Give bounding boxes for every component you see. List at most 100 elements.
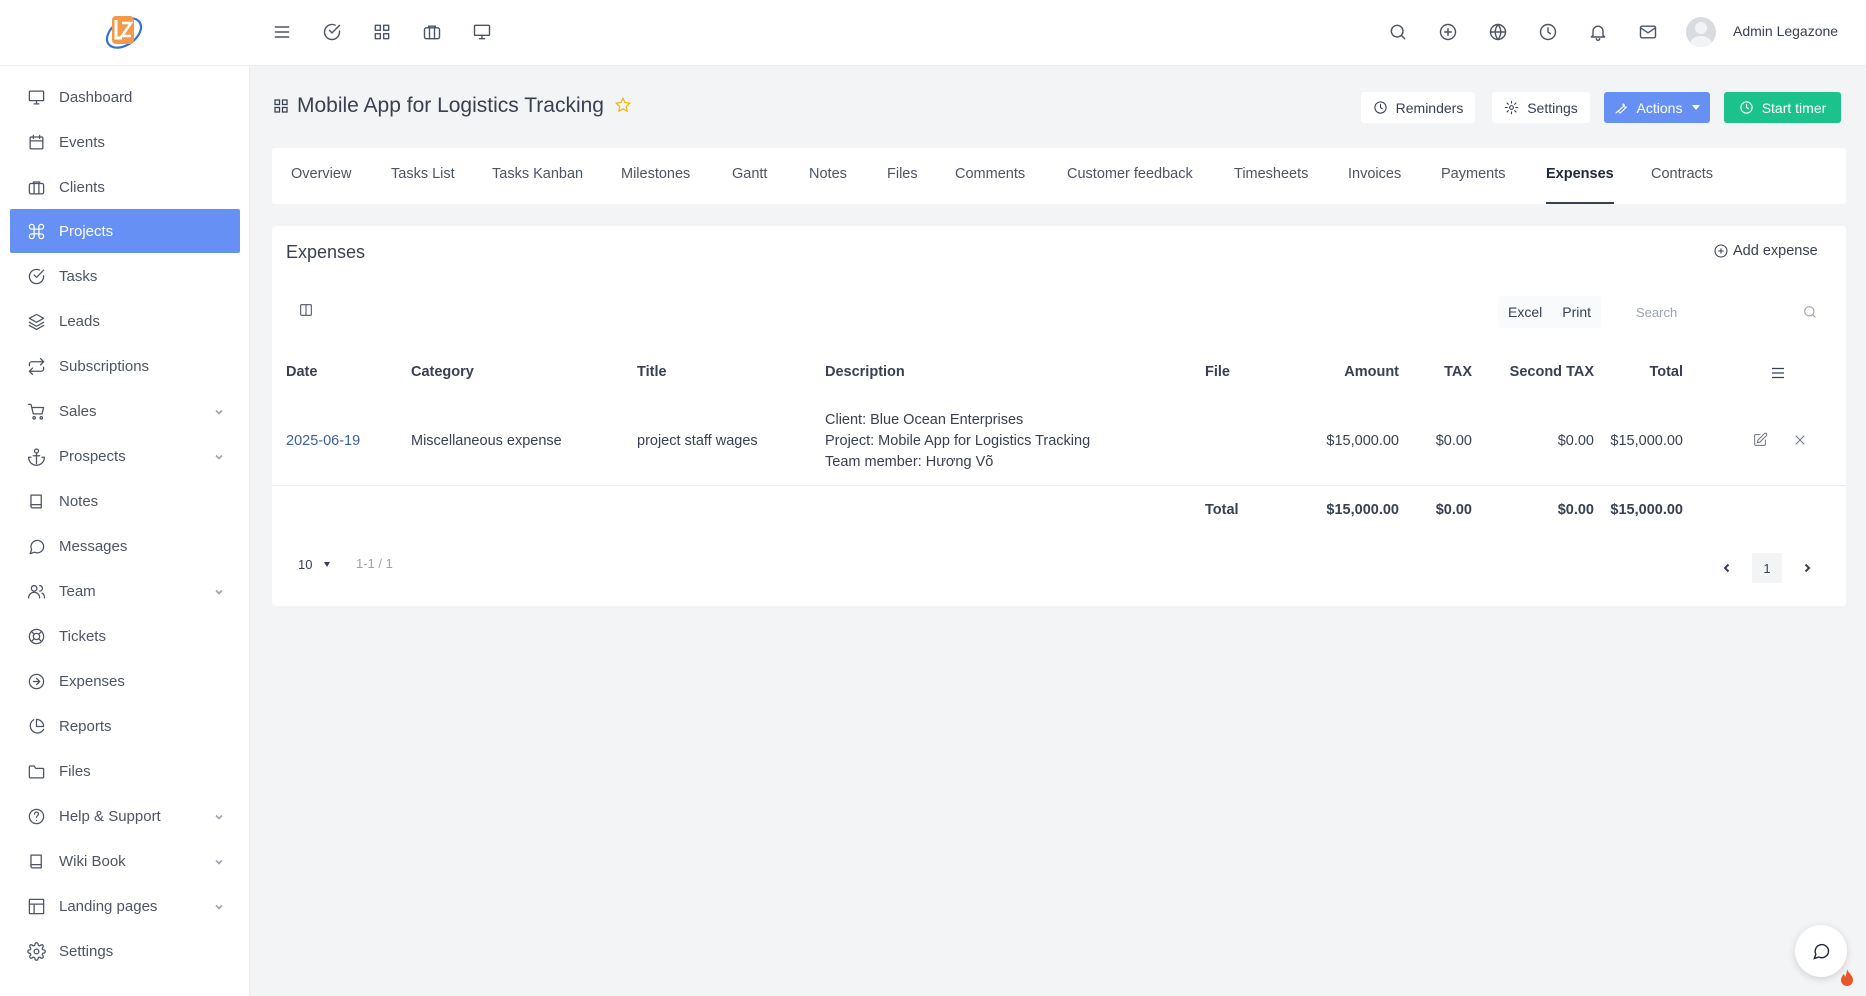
column-toggle-icon[interactable] xyxy=(292,296,320,324)
tab-expenses[interactable]: Expenses xyxy=(1546,148,1614,204)
plus-circle-icon[interactable] xyxy=(1436,20,1460,44)
sidebar-item-sales[interactable]: Sales xyxy=(10,389,240,433)
tab-invoices[interactable]: Invoices xyxy=(1348,148,1401,204)
sidebar-item-wiki-book[interactable]: Wiki Book xyxy=(10,839,240,883)
monitor-icon[interactable] xyxy=(470,20,494,44)
command-icon xyxy=(26,221,46,241)
folder-icon xyxy=(26,761,46,781)
expense-amount: $15,000.00 xyxy=(1326,433,1399,449)
delete-icon[interactable] xyxy=(1792,432,1810,450)
page-number-button[interactable]: 1 xyxy=(1752,553,1782,583)
tab-milestones[interactable]: Milestones xyxy=(621,148,690,204)
sidebar-item-settings[interactable]: Settings xyxy=(10,929,240,973)
chevron-left-icon xyxy=(1723,563,1730,573)
start-timer-label: Start timer xyxy=(1761,99,1827,116)
reminders-button[interactable]: Reminders xyxy=(1361,92,1475,123)
sidebar-item-clients[interactable]: Clients xyxy=(10,165,240,209)
tab-payments[interactable]: Payments xyxy=(1441,148,1505,204)
sidebar-item-label: Notes xyxy=(59,492,99,510)
sidebar-item-projects[interactable]: Projects xyxy=(10,209,240,253)
sidebar-item-notes[interactable]: Notes xyxy=(10,479,240,523)
sidebar-item-label: Clients xyxy=(59,178,105,196)
app-logo[interactable] xyxy=(100,8,148,56)
sidebar-item-label: Settings xyxy=(59,942,114,960)
expense-title: project staff wages xyxy=(637,433,758,449)
excel-button[interactable]: Excel xyxy=(1498,296,1552,328)
clock-icon[interactable] xyxy=(1536,20,1560,44)
sidebar-item-reports[interactable]: Reports xyxy=(10,704,240,748)
totals-tax: $0.00 xyxy=(1435,502,1472,518)
sidebar-item-label: Leads xyxy=(59,312,100,330)
expense-date-link[interactable]: 2025-06-19 xyxy=(286,433,360,449)
sidebar-item-help-support[interactable]: Help & Support xyxy=(10,794,240,838)
col-header-second-tax[interactable]: Second TAX xyxy=(1502,364,1594,380)
settings-icon xyxy=(1504,100,1519,115)
col-header-description[interactable]: Description xyxy=(825,364,905,380)
search-icon xyxy=(1802,304,1818,324)
top-bar: Admin Legazone xyxy=(0,0,1866,66)
settings-button[interactable]: Settings xyxy=(1492,92,1590,123)
tab-customer-feedback[interactable]: Customer feedback xyxy=(1067,148,1193,204)
bell-icon[interactable] xyxy=(1586,20,1610,44)
prev-page-button[interactable] xyxy=(1712,553,1742,583)
mail-icon[interactable] xyxy=(1636,20,1660,44)
sidebar-item-prospects[interactable]: Prospects xyxy=(10,434,240,478)
expense-description-client: Client: Blue Ocean Enterprises xyxy=(825,412,1024,428)
sidebar-item-label: Wiki Book xyxy=(59,852,126,870)
layout-icon xyxy=(26,896,46,916)
sidebar-item-subscriptions[interactable]: Subscriptions xyxy=(10,344,240,388)
actions-button[interactable]: Actions xyxy=(1604,92,1710,123)
col-header-file[interactable]: File xyxy=(1205,364,1230,380)
expense-category: Miscellaneous expense xyxy=(411,433,562,449)
search-icon[interactable] xyxy=(1386,20,1410,44)
sidebar-item-team[interactable]: Team xyxy=(10,569,240,613)
col-header-total[interactable]: Total xyxy=(1602,364,1683,380)
tab-timesheets[interactable]: Timesheets xyxy=(1234,148,1308,204)
sidebar-item-events[interactable]: Events xyxy=(10,120,240,164)
chevron-right-icon xyxy=(1804,563,1811,573)
tab-tasks-list[interactable]: Tasks List xyxy=(391,148,455,204)
col-header-title[interactable]: Title xyxy=(637,364,667,380)
tab-contracts[interactable]: Contracts xyxy=(1651,148,1713,204)
add-expense-button[interactable]: Add expense xyxy=(1713,243,1818,259)
tab-overview[interactable]: Overview xyxy=(291,148,351,204)
col-header-date[interactable]: Date xyxy=(286,364,317,380)
avatar[interactable] xyxy=(1686,17,1716,47)
next-page-button[interactable] xyxy=(1792,553,1822,583)
tab-gantt[interactable]: Gantt xyxy=(732,148,767,204)
sidebar-item-landing-pages[interactable]: Landing pages xyxy=(10,884,240,928)
check-circle-icon[interactable] xyxy=(320,20,344,44)
briefcase-icon[interactable] xyxy=(420,20,444,44)
grid-icon[interactable] xyxy=(370,20,394,44)
star-icon[interactable] xyxy=(614,96,632,114)
settings-icon xyxy=(26,941,46,961)
sidebar-item-leads[interactable]: Leads xyxy=(10,299,240,343)
tab-tasks-kanban[interactable]: Tasks Kanban xyxy=(492,148,583,204)
sidebar-item-expenses[interactable]: Expenses xyxy=(10,659,240,703)
sidebar-item-tasks[interactable]: Tasks xyxy=(10,254,240,298)
sidebar-item-messages[interactable]: Messages xyxy=(10,524,240,568)
col-header-category[interactable]: Category xyxy=(411,364,474,380)
globe-icon[interactable] xyxy=(1486,20,1510,44)
totals-second-tax: $0.00 xyxy=(1557,502,1594,518)
page-size-select[interactable]: 10 xyxy=(288,549,336,579)
tab-files[interactable]: Files xyxy=(887,148,918,204)
tab-notes[interactable]: Notes xyxy=(809,148,847,204)
sidebar-item-label: Tasks xyxy=(59,267,98,285)
sidebar-item-files[interactable]: Files xyxy=(10,749,240,793)
tab-comments[interactable]: Comments xyxy=(955,148,1025,204)
sidebar-item-dashboard[interactable]: Dashboard xyxy=(10,75,240,119)
col-header-tax[interactable]: TAX xyxy=(1412,364,1472,380)
edit-icon[interactable] xyxy=(1752,432,1770,450)
sidebar-item-label: Events xyxy=(59,133,105,151)
menu-icon[interactable] xyxy=(270,20,294,44)
column-menu-icon[interactable] xyxy=(1769,364,1787,386)
user-name[interactable]: Admin Legazone xyxy=(1733,23,1838,39)
start-timer-button[interactable]: Start timer xyxy=(1724,92,1841,123)
expenses-card: Expenses Add expense Excel Print Date Ca… xyxy=(272,226,1846,606)
sidebar-item-tickets[interactable]: Tickets xyxy=(10,614,240,658)
book-icon xyxy=(26,491,46,511)
col-header-amount[interactable]: Amount xyxy=(1292,364,1399,380)
search-input[interactable] xyxy=(1626,296,1786,328)
print-button[interactable]: Print xyxy=(1552,296,1601,328)
